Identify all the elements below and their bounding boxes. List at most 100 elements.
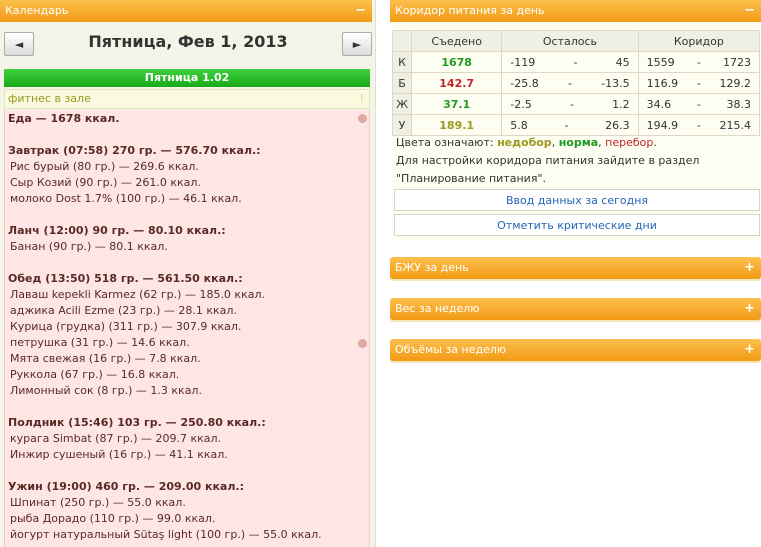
- panel-weight-week[interactable]: Вес за неделю +: [390, 298, 761, 320]
- legend-under: недобор: [497, 136, 552, 149]
- range-max: -13.5: [601, 76, 630, 90]
- exclamation-icon: !: [359, 92, 364, 105]
- range-max: 215.4: [719, 118, 752, 132]
- eaten-value: 37.1: [411, 93, 503, 115]
- table-row: К 1678 -119 - 45 1559 - 1723: [391, 51, 761, 73]
- column-header: Осталось: [501, 30, 639, 52]
- meal-item: Лаваш kepekli Karmez (62 гр.) — 185.0 кк…: [10, 288, 265, 301]
- meal-title-supper: Ужин (19:00) 460 гр. — 209.00 ккал.:: [8, 480, 244, 493]
- corridor-title: Коридор питания за день: [395, 4, 545, 17]
- range-max: 129.2: [719, 76, 752, 90]
- panel-title: Объёмы за неделю: [395, 343, 507, 356]
- right-column: Коридор питания за день − Съедено Остало…: [389, 0, 761, 547]
- panel-title: БЖУ за день: [395, 261, 469, 274]
- current-date: Пятница, Фев 1, 2013: [88, 32, 288, 51]
- calendar-header[interactable]: Календарь −: [0, 0, 372, 22]
- meal-item: молоко Dost 1.7% (100 гр.) — 46.1 ккал.: [10, 192, 242, 205]
- range-max: 1723: [723, 55, 751, 69]
- range-max: 1.2: [612, 97, 630, 111]
- range-dash: -: [696, 118, 701, 132]
- collapse-icon[interactable]: −: [355, 0, 366, 22]
- food-total: Еда — 1678 ккал.: [8, 112, 120, 125]
- meal-item: Лимонный сок (8 гр.) — 1.3 ккал.: [10, 384, 202, 397]
- meal-item: Инжир сушеный (16 гр.) — 41.1 ккал.: [10, 448, 228, 461]
- table-row: Б 142.7 -25.8 - -13.5 116.9 - 129.2: [391, 72, 761, 94]
- expand-icon[interactable]: +: [744, 298, 755, 320]
- range-dash: -: [569, 97, 574, 111]
- edit-dot-icon[interactable]: [358, 114, 367, 123]
- mark-critical-days-button[interactable]: Отметить критические дни: [394, 214, 760, 236]
- range-min: 194.9: [646, 118, 679, 132]
- meal-item: Курица (грудка) (311 гр.) — 307.9 ккал.: [10, 320, 242, 333]
- eaten-value: 1678: [411, 51, 503, 73]
- meal-item: рыба Дорадо (110 гр.) — 99.0 ккал.: [10, 512, 216, 525]
- corridor-table: Съедено Осталось Коридор К 1678 -119 - 45 …: [391, 30, 761, 136]
- legend-separator: ,: [598, 136, 602, 149]
- table-row: У 189.1 5.8 - 26.3 194.9 - 215.4: [391, 114, 761, 136]
- panel-title: Вес за неделю: [395, 302, 480, 315]
- legend-end: .: [653, 136, 657, 149]
- training-entry[interactable]: фитнес в зале !: [4, 89, 370, 109]
- eaten-value: 142.7: [411, 72, 503, 94]
- meal-item: Мята свежая (16 гр.) — 7.8 ккал.: [10, 352, 201, 365]
- range-min: 1559: [646, 55, 675, 69]
- expand-icon[interactable]: +: [744, 339, 755, 361]
- training-text: фитнес в зале: [8, 92, 91, 105]
- day-label: Пятница 1.02: [4, 69, 370, 87]
- corridor-range: 116.9 - 129.2: [637, 72, 761, 94]
- corridor-range: 34.6 - 38.3: [637, 93, 761, 115]
- range-dash: -: [573, 55, 578, 69]
- eaten-value: 189.1: [411, 114, 503, 136]
- range-min: 5.8: [510, 118, 528, 132]
- corridor-range: 194.9 - 215.4: [637, 114, 761, 136]
- range-min: 116.9: [646, 76, 679, 90]
- edit-dot-icon[interactable]: [358, 339, 367, 348]
- meal-title-breakfast: Завтрак (07:58) 270 гр. — 576.70 ккал.:: [8, 144, 261, 157]
- remaining-range: -119 - 45: [501, 51, 639, 73]
- remaining-range: -25.8 - -13.5: [501, 72, 639, 94]
- date-navigation: ◄ Пятница, Фев 1, 2013 ►: [0, 24, 376, 66]
- column-header: Коридор: [637, 30, 761, 52]
- remaining-range: 5.8 - 26.3: [501, 114, 639, 136]
- meal-item: аджика Acili Ezme (23 гр.) — 28.1 ккал.: [10, 304, 237, 317]
- calendar-column: Календарь − ◄ Пятница, Фев 1, 2013 ► Пят…: [0, 0, 376, 547]
- range-min: -119: [510, 55, 536, 69]
- calendar-title: Календарь: [5, 4, 69, 17]
- range-dash: -: [696, 55, 701, 69]
- panel-volumes-week[interactable]: Объёмы за неделю +: [390, 339, 761, 361]
- meal-title-snack: Полдник (15:46) 103 гр. — 250.80 ккал.:: [8, 416, 266, 429]
- meal-item: Руккола (67 гр.) — 16.8 ккал.: [10, 368, 180, 381]
- meal-title-dinner: Обед (13:50) 518 гр. — 561.50 ккал.:: [8, 272, 243, 285]
- corridor-panel: Съедено Осталось Коридор К 1678 -119 - 45 …: [391, 22, 761, 240]
- collapse-icon[interactable]: −: [744, 0, 755, 22]
- legend-norm: норма: [558, 136, 599, 149]
- panel-bju-day[interactable]: БЖУ за день +: [390, 257, 761, 279]
- column-header: Съедено: [411, 30, 503, 52]
- range-min: -25.8: [510, 76, 539, 90]
- meal-item: йогурт натуральный Sütaş light (100 гр.)…: [10, 528, 322, 541]
- range-max: 45: [615, 55, 630, 69]
- range-dash: -: [696, 76, 701, 90]
- food-log: Еда — 1678 ккал. Завтрак (07:58) 270 гр.…: [4, 110, 370, 547]
- meal-title-lunch: Ланч (12:00) 90 гр. — 80.10 ккал.:: [8, 224, 226, 237]
- corridor-header[interactable]: Коридор питания за день −: [390, 0, 761, 22]
- corridor-note-link: "Планирование питания".: [396, 172, 546, 185]
- legend-separator: ,: [551, 136, 556, 149]
- arrow-right-icon: ►: [352, 38, 362, 51]
- enter-today-data-button[interactable]: Ввод данных за сегодня: [394, 189, 760, 211]
- prev-day-button[interactable]: ◄: [4, 32, 34, 56]
- range-min: -2.5: [510, 97, 532, 111]
- meal-item: Рис бурый (80 гр.) — 269.6 ккал.: [10, 160, 199, 173]
- range-dash: -: [696, 97, 701, 111]
- arrow-left-icon: ◄: [14, 38, 24, 51]
- remaining-range: -2.5 - 1.2: [501, 93, 639, 115]
- legend-over: перебор: [605, 136, 654, 149]
- expand-icon[interactable]: +: [744, 257, 755, 279]
- corner-cell: [391, 30, 413, 52]
- meal-item: петрушка (31 гр.) — 14.6 ккал.: [10, 336, 190, 349]
- range-dash: -: [564, 118, 569, 132]
- color-legend: Цвета означают: недобор, норма, перебор.: [396, 136, 657, 149]
- range-dash: -: [567, 76, 572, 90]
- meal-item: Сыр Козий (90 гр.) — 261.0 ккал.: [10, 176, 201, 189]
- next-day-button[interactable]: ►: [342, 32, 372, 56]
